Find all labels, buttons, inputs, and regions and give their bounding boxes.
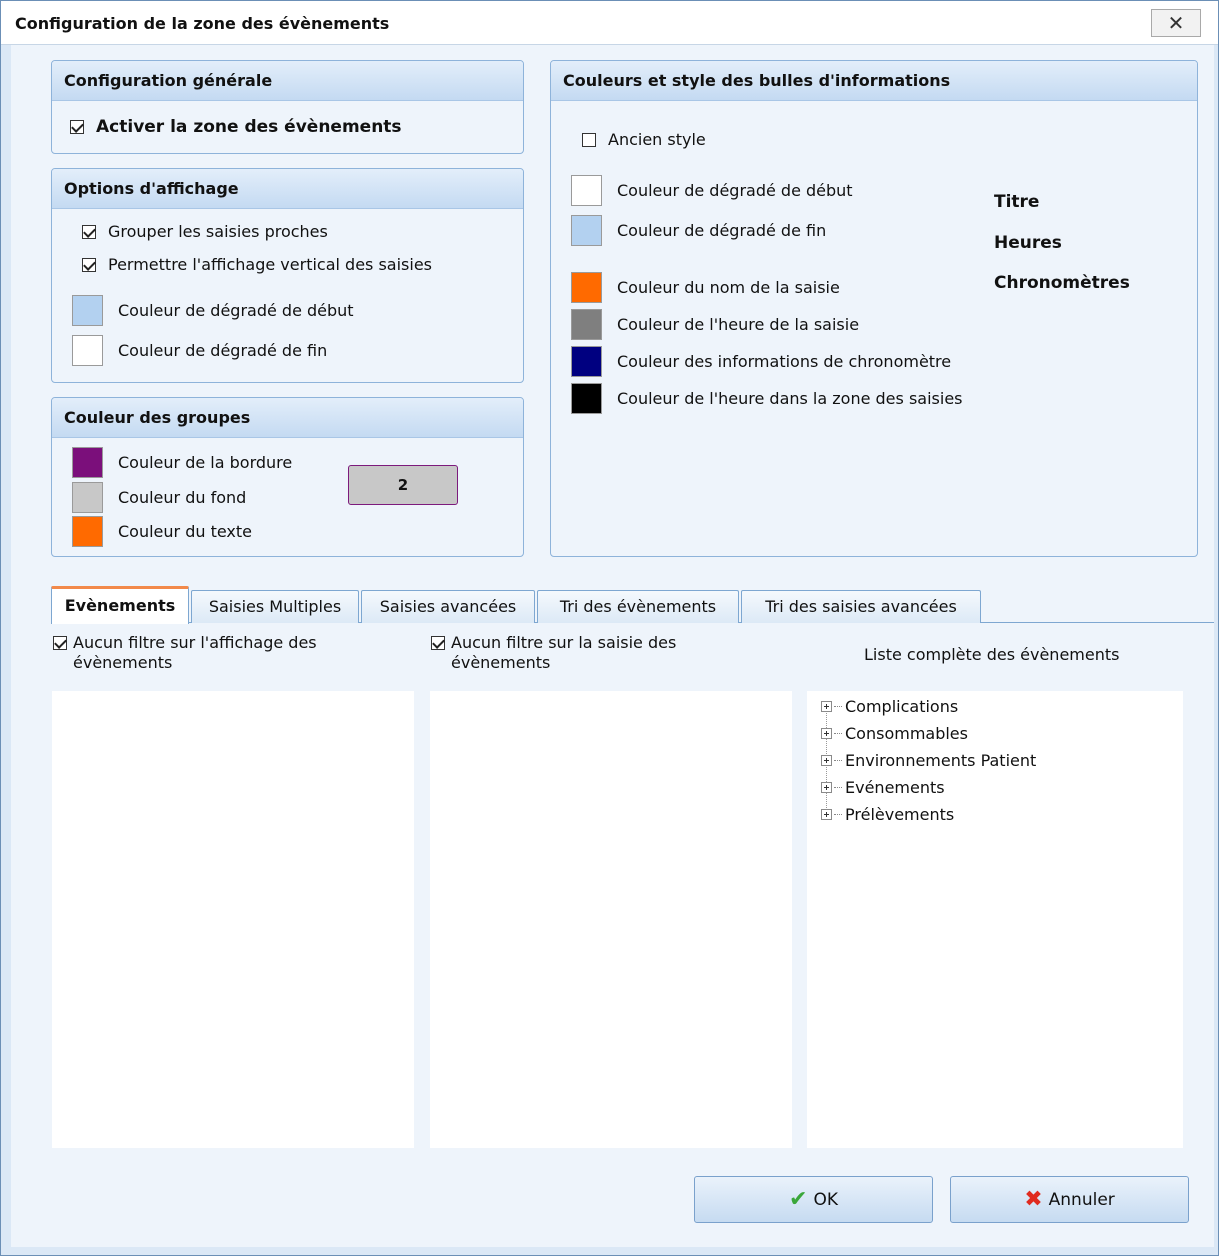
ok-button-label: OK [813,1189,838,1210]
tree-item-consommables[interactable]: Consommables [821,724,968,743]
text-color-label: Couleur du texte [118,522,252,541]
checkmark-icon: ✔ [789,1187,808,1212]
dialog-client-area: Configuration générale Activer la zone d… [11,45,1214,1247]
bubbles-style-header: Couleurs et style des bulles d'informati… [551,61,1197,101]
filter-entry-checkbox[interactable]: Aucun filtre sur la saisie des évènement… [431,633,731,673]
tab-saisies-multiples[interactable]: Saisies Multiples [191,590,359,623]
tree-item-label: Consommables [845,724,968,743]
expand-icon[interactable] [821,782,832,793]
bubble-gradient-start-row[interactable]: Couleur de dégradé de début [571,175,853,206]
tree-item-label: Environnements Patient [845,751,1037,770]
bubble-gradient-end-row[interactable]: Couleur de dégradé de fin [571,215,826,246]
filter-display-label: Aucun filtre sur l'affichage des évèneme… [73,633,317,672]
old-style-checkbox[interactable]: Ancien style [582,130,706,149]
bubble-gradient-end-label: Couleur de dégradé de fin [617,221,827,240]
tree-item-evenements[interactable]: Evénements [821,778,945,797]
window-title: Configuration de la zone des évènements [15,14,390,33]
text-color-swatch[interactable] [72,516,103,547]
entry-name-color-label: Couleur du nom de la saisie [617,278,840,297]
bubble-gradient-start-label: Couleur de dégradé de début [617,181,853,200]
expand-icon[interactable] [821,809,832,820]
tab-tri-saisies-avancees[interactable]: Tri des saisies avancées [741,590,981,623]
vertical-display-checkbox[interactable]: Permettre l'affichage vertical des saisi… [82,255,432,274]
display-options-header: Options d'affichage [52,169,523,209]
checkbox-checked-icon[interactable] [53,636,67,650]
filter-entry-label: Aucun filtre sur la saisie des évènement… [451,633,677,672]
text-color-row[interactable]: Couleur du texte [72,516,252,547]
border-color-label: Couleur de la bordure [118,453,293,472]
group-entries-checkbox[interactable]: Grouper les saisies proches [82,222,328,241]
legend-hours: Heures [994,233,1062,253]
tab-evenements[interactable]: Evènements [51,586,189,624]
vertical-display-label: Permettre l'affichage vertical des saisi… [108,255,433,274]
legend-chrono: Chronomètres [994,273,1130,293]
activate-zone-label: Activer la zone des évènements [96,117,402,137]
display-filter-list[interactable] [52,691,414,1148]
display-gradient-start-row[interactable]: Couleur de dégradé de début [72,295,354,326]
gradient-start-label: Couleur de dégradé de début [118,301,354,320]
expand-icon[interactable] [821,728,832,739]
entry-time-color-swatch[interactable] [571,309,602,340]
zone-time-color-swatch[interactable] [571,383,602,414]
entry-filter-list[interactable] [430,691,792,1148]
tree-item-complications[interactable]: Complications [821,697,958,716]
checkbox-checked-icon[interactable] [82,257,96,272]
checkbox-checked-icon[interactable] [70,120,84,134]
tree-item-label: Complications [845,697,959,716]
close-button[interactable]: ✕ [1151,9,1201,37]
bubble-gradient-start-swatch[interactable] [571,175,602,206]
filter-display-checkbox[interactable]: Aucun filtre sur l'affichage des évèneme… [53,633,353,673]
tree-item-environnements-patient[interactable]: Environnements Patient [821,751,1036,770]
background-color-row[interactable]: Couleur du fond [72,482,246,513]
gradient-end-label: Couleur de dégradé de fin [118,341,328,360]
tree-item-prelevements[interactable]: Prélèvements [821,805,954,824]
ok-button[interactable]: ✔ OK [694,1176,933,1223]
cancel-button-label: Annuler [1048,1189,1115,1210]
tab-saisies-avancees[interactable]: Saisies avancées [361,590,535,623]
border-color-swatch[interactable] [72,447,103,478]
old-style-label: Ancien style [608,130,706,149]
full-list-label: Liste complète des évènements [864,645,1120,664]
chrono-color-row[interactable]: Couleur des informations de chronomètre [571,346,951,377]
cross-icon: ✖ [1024,1187,1043,1212]
border-color-row[interactable]: Couleur de la bordure [72,447,292,478]
close-icon: ✕ [1167,11,1185,35]
display-options-group: Options d'affichage Grouper les saisies … [51,168,524,383]
cancel-button[interactable]: ✖ Annuler [950,1176,1189,1223]
dialog-window: Configuration de la zone des évènements … [0,0,1219,1256]
title-bar: Configuration de la zone des évènements … [1,1,1218,45]
bubble-gradient-end-swatch[interactable] [571,215,602,246]
activate-zone-checkbox[interactable]: Activer la zone des évènements [70,117,402,137]
gradient-start-swatch[interactable] [72,295,103,326]
zone-time-color-row[interactable]: Couleur de l'heure dans la zone des sais… [571,383,963,414]
events-tree[interactable]: Complications Consommables Environnement… [807,691,1183,1148]
chrono-color-label: Couleur des informations de chronomètre [617,352,952,371]
checkbox-checked-icon[interactable] [431,636,445,650]
group-preview-box: 2 [348,465,458,505]
zone-time-color-label: Couleur de l'heure dans la zone des sais… [617,389,963,408]
group-colors-header: Couleur des groupes [52,398,523,438]
group-entries-label: Grouper les saisies proches [108,222,328,241]
checkbox-checked-icon[interactable] [82,224,96,239]
entry-name-color-swatch[interactable] [571,272,602,303]
general-config-header: Configuration générale [52,61,523,101]
legend-title: Titre [994,192,1040,212]
expand-icon[interactable] [821,755,832,766]
tab-tri-evenements[interactable]: Tri des évènements [537,590,739,623]
entry-time-color-label: Couleur de l'heure de la saisie [617,315,860,334]
display-gradient-end-row[interactable]: Couleur de dégradé de fin [72,335,327,366]
entry-name-color-row[interactable]: Couleur du nom de la saisie [571,272,840,303]
expand-icon[interactable] [821,701,832,712]
background-color-label: Couleur du fond [118,488,247,507]
gradient-end-swatch[interactable] [72,335,103,366]
tree-item-label: Prélèvements [845,805,955,824]
background-color-swatch[interactable] [72,482,103,513]
entry-time-color-row[interactable]: Couleur de l'heure de la saisie [571,309,859,340]
checkbox-unchecked-icon[interactable] [582,132,596,147]
tree-item-label: Evénements [845,778,945,797]
bubbles-style-group: Couleurs et style des bulles d'informati… [550,60,1198,557]
general-config-group: Configuration générale Activer la zone d… [51,60,524,154]
chrono-color-swatch[interactable] [571,346,602,377]
